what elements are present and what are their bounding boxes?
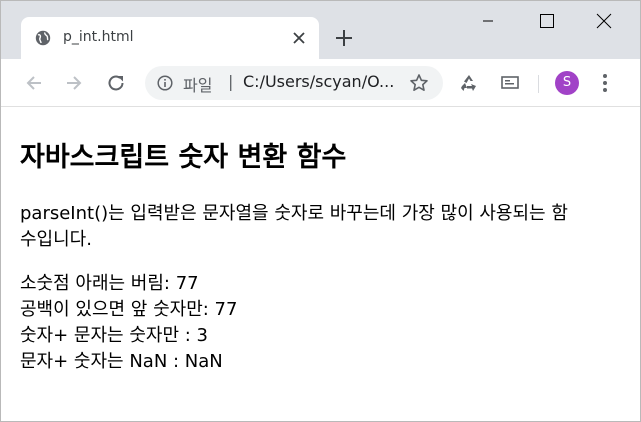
recycle-extension-icon[interactable] — [458, 72, 480, 94]
maximize-icon[interactable] — [532, 11, 562, 31]
browser-toolbar: 파일 | C:/Users/scyan/O... S — [1, 59, 640, 107]
minimize-icon[interactable] — [473, 11, 503, 31]
page-heading: 자바스크립트 숫자 변환 함수 — [20, 142, 347, 173]
url-text[interactable]: C:/Users/scyan/O... — [243, 72, 394, 91]
profile-avatar[interactable]: S — [555, 71, 579, 95]
omnibox-separator: | — [228, 72, 234, 91]
kebab-menu-icon[interactable] — [597, 72, 613, 94]
result-line: 소숫점 아래는 버림: 77 — [20, 273, 199, 294]
screen-extension-icon[interactable] — [499, 72, 521, 94]
result-line: 숫자+ 문자는 숫자만 : 3 — [20, 325, 208, 346]
forward-arrow-icon[interactable] — [63, 72, 85, 94]
browser-tab[interactable]: p_int.html — [21, 17, 319, 59]
tab-close-icon[interactable] — [289, 28, 309, 48]
close-icon[interactable] — [589, 11, 619, 31]
site-info-label[interactable]: 파일 — [183, 72, 212, 96]
intro-text: parseInt()는 입력받은 문자열을 숫자로 바꾸는데 가장 많이 사용되… — [20, 203, 568, 250]
info-icon[interactable] — [157, 75, 173, 91]
title-bar: p_int.html — [1, 1, 640, 59]
new-tab-icon[interactable] — [334, 28, 354, 48]
tab-title: p_int.html — [63, 29, 134, 45]
address-bar[interactable]: 파일 | C:/Users/scyan/O... — [145, 66, 443, 100]
page-content: 자바스크립트 숫자 변환 함수 parseInt()는 입력받은 문자열을 숫자… — [1, 107, 640, 421]
toolbar-divider — [538, 75, 539, 93]
browser-window: p_int.html 파일 | C:/Users/scyan/O... S 자바… — [0, 0, 641, 422]
result-line: 문자+ 숫자는 NaN : NaN — [20, 351, 223, 372]
reload-icon[interactable] — [105, 72, 127, 94]
results-list: 소숫점 아래는 버림: 77 공백이 있으면 앞 숫자만: 77 숫자+ 문자는… — [20, 271, 237, 375]
globe-icon — [35, 30, 51, 46]
result-line: 공백이 있으면 앞 숫자만: 77 — [20, 299, 238, 320]
bookmark-star-icon[interactable] — [409, 73, 429, 93]
back-arrow-icon[interactable] — [23, 72, 45, 94]
